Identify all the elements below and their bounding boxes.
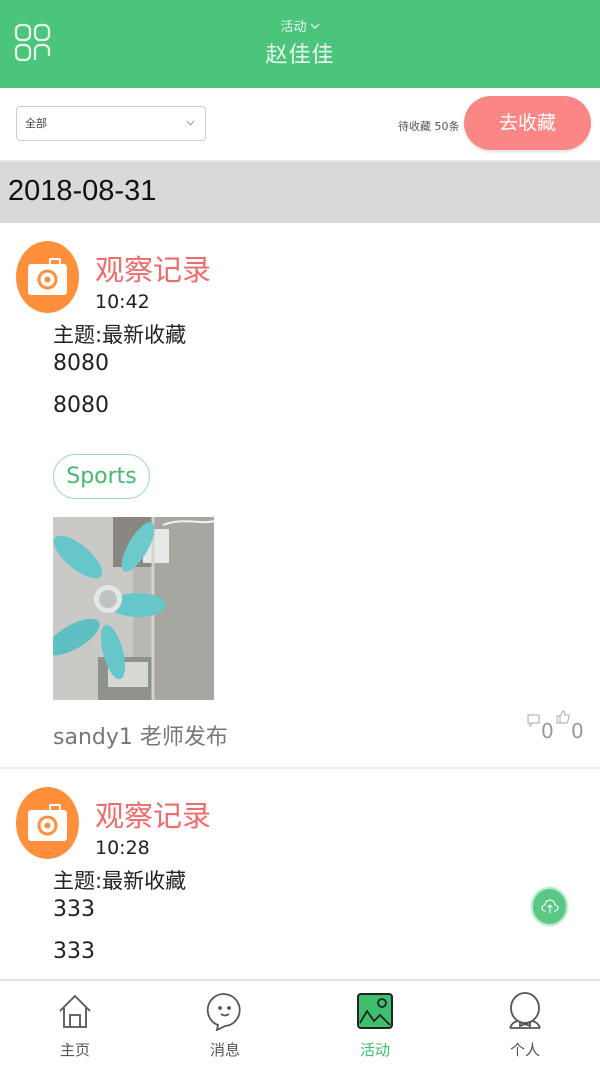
post-card[interactable]: 观察记录 10:42 主题:最新收藏 8080 8080 Sports sand… <box>0 223 600 769</box>
go-collect-button[interactable]: 去收藏 <box>464 96 591 150</box>
date-group-header: 2018-08-31 <box>0 160 600 223</box>
post-content-line: 333 <box>53 939 95 964</box>
chevron-down-icon <box>186 120 195 126</box>
page-title: 赵佳佳 <box>265 43 335 68</box>
ceiling-fan-photo[interactable] <box>53 517 214 700</box>
camera-icon <box>28 804 67 841</box>
profile-icon <box>509 992 541 1029</box>
post-content-line: 8080 <box>53 393 109 418</box>
category-select[interactable]: 全部 <box>16 106 206 141</box>
post-card[interactable]: 观察记录 10:28 主题:最新收藏 333 333 <box>0 769 600 979</box>
header-center: 活动 赵佳佳 <box>0 16 600 69</box>
chat-icon <box>206 993 241 1031</box>
tab-activity[interactable]: 活动 <box>300 981 450 1067</box>
activity-dropdown[interactable]: 活动 <box>280 16 319 35</box>
tab-activity-label: 活动 <box>359 1041 390 1059</box>
tab-profile[interactable]: 个人 <box>450 981 600 1067</box>
chevron-down-icon <box>310 23 319 29</box>
post-tag[interactable]: Sports <box>53 454 150 499</box>
upload-button[interactable] <box>531 887 568 926</box>
post-type-avatar <box>16 241 79 313</box>
comment-icon[interactable] <box>527 714 540 727</box>
image-icon <box>357 993 393 1029</box>
post-content-line: 333 <box>53 897 95 922</box>
like-count: 0 <box>571 719 584 743</box>
pending-count: 待收藏 50条 <box>398 120 460 133</box>
activity-dropdown-label: 活动 <box>280 20 307 35</box>
post-type: 观察记录 <box>95 799 212 833</box>
tab-profile-label: 个人 <box>509 1041 540 1059</box>
home-icon <box>59 994 91 1028</box>
bottom-tab-bar: 主页 消息 活动 个人 <box>0 979 600 1067</box>
camera-icon <box>28 258 67 295</box>
post-author: sandy1 老师发布 <box>53 725 228 750</box>
filter-bar: 全部 待收藏 50条 去收藏 <box>0 88 600 160</box>
header: 活动 赵佳佳 <box>0 0 600 88</box>
cloud-upload-icon <box>541 899 559 913</box>
date-label: 2018-08-31 <box>8 175 157 207</box>
post-content-line: 8080 <box>53 351 109 376</box>
post-stats: 0 0 <box>524 709 594 745</box>
post-theme: 主题:最新收藏 <box>53 323 187 347</box>
tab-home[interactable]: 主页 <box>0 981 150 1067</box>
post-type: 观察记录 <box>95 253 212 287</box>
comment-count: 0 <box>541 719 554 743</box>
post-type-avatar <box>16 787 79 859</box>
post-time: 10:42 <box>95 291 150 313</box>
like-icon[interactable] <box>556 710 570 724</box>
tab-home-label: 主页 <box>59 1041 90 1059</box>
tab-messages-label: 消息 <box>209 1041 240 1059</box>
app-screen: 活动 赵佳佳 全部 待收藏 50条 去收藏 2018-08-31 观察记录 10… <box>0 0 600 1067</box>
post-theme: 主题:最新收藏 <box>53 869 187 893</box>
category-select-value: 全部 <box>25 117 47 130</box>
post-time: 10:28 <box>95 837 150 859</box>
tab-messages[interactable]: 消息 <box>150 981 300 1067</box>
